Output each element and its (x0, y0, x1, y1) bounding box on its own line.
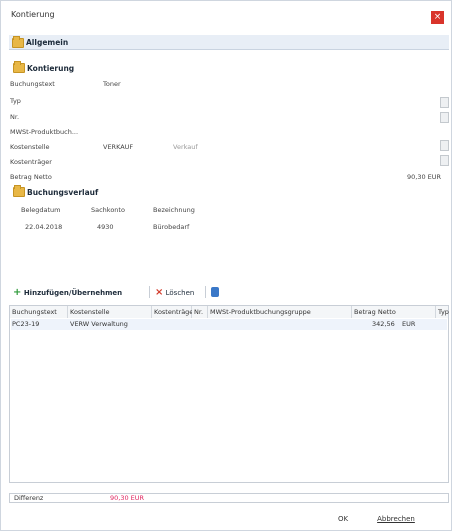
kostenstelle-code[interactable]: VERKAUF (103, 143, 133, 151)
delete-button-label: Löschen (165, 289, 195, 297)
col-bezeichnung: Bezeichnung (153, 206, 195, 214)
col-kostentraeger[interactable]: Kostenträger (152, 306, 196, 318)
mwst-label: MWSt-Produktbuch... (10, 128, 79, 136)
ok-button[interactable]: OK (331, 511, 355, 527)
hand-pointer-icon[interactable] (211, 287, 219, 297)
col-buchungstext[interactable]: Buchungstext (10, 306, 68, 318)
grid-toolbar: + Hinzufügen/Übernehmen × Löschen (9, 285, 449, 300)
folder-icon (13, 61, 25, 73)
col-kostenstelle[interactable]: Kostenstelle (68, 306, 152, 318)
tab-allgemein-label: Allgemein (26, 38, 69, 47)
nr-lookup-button[interactable] (440, 112, 449, 123)
tab-allgemein[interactable]: Allgemein (9, 35, 449, 50)
section-buchungsverlauf-header: Buchungsverlauf (27, 188, 99, 197)
cancel-button[interactable]: Abbrechen (373, 511, 419, 527)
col-nr[interactable]: Nr. (192, 306, 208, 318)
section-kontierung-header: Kontierung (27, 64, 75, 73)
kostenstelle-name: Verkauf (173, 143, 198, 151)
differenz-label: Differenz (14, 494, 44, 502)
verlauf-sachkonto: 4930 (97, 223, 114, 231)
add-button[interactable]: + Hinzufügen/Übernehmen (13, 287, 122, 298)
row-betrag: 342,56 (372, 320, 395, 328)
differenz-bar: Differenz 90,30 EUR (9, 493, 449, 503)
plus-icon: + (13, 287, 22, 298)
col-mwst-produktbuchungsgruppe[interactable]: MWSt-Produktbuchungsgruppe (208, 306, 352, 318)
kontierung-window: Kontierung × Allgemein Kontierung Buchun… (0, 0, 452, 531)
col-typ[interactable]: Typ (436, 306, 449, 318)
kostentraeger-lookup-button[interactable] (440, 155, 449, 166)
delete-icon: × (155, 287, 164, 298)
toolbar-divider (205, 286, 206, 298)
betrag-label: Betrag Netto (10, 173, 52, 181)
verlauf-bezeichnung: Bürobedarf (153, 223, 190, 231)
row-kostenstelle: VERW Verwaltung (70, 320, 128, 328)
add-button-label: Hinzufügen/Übernehmen (23, 289, 123, 297)
close-icon: × (433, 12, 442, 22)
betrag-value[interactable]: 90,30 EUR (407, 173, 441, 181)
col-betrag-netto[interactable]: Betrag Netto (352, 306, 436, 318)
toolbar-divider (149, 286, 150, 298)
buchungstext-field[interactable]: Toner (103, 80, 121, 88)
col-sachkonto: Sachkonto (91, 206, 125, 214)
title-bar: Kontierung × (1, 1, 451, 35)
nr-label: Nr. (10, 113, 20, 121)
buchungstext-label: Buchungstext (10, 80, 55, 88)
col-belegdatum: Belegdatum (21, 206, 61, 214)
kostenstelle-lookup-button[interactable] (440, 140, 449, 151)
folder-icon (13, 185, 25, 197)
window-title: Kontierung (11, 10, 55, 19)
kostentraeger-label: Kostenträger (10, 158, 52, 166)
differenz-value: 90,30 EUR (110, 494, 145, 502)
close-button[interactable]: × (431, 11, 444, 24)
typ-label: Typ (10, 97, 21, 105)
folder-icon (12, 36, 24, 48)
row-waehrung: EUR (402, 320, 416, 328)
row-buchungstext: PC23-19 (12, 320, 40, 328)
delete-button[interactable]: × Löschen (155, 287, 194, 298)
verlauf-belegdatum: 22.04.2018 (25, 223, 63, 231)
booking-grid[interactable]: Buchungstext Kostenstelle Kostenträger N… (9, 305, 449, 483)
typ-dropdown-button[interactable] (440, 97, 449, 108)
kostenstelle-label: Kostenstelle (10, 143, 50, 151)
